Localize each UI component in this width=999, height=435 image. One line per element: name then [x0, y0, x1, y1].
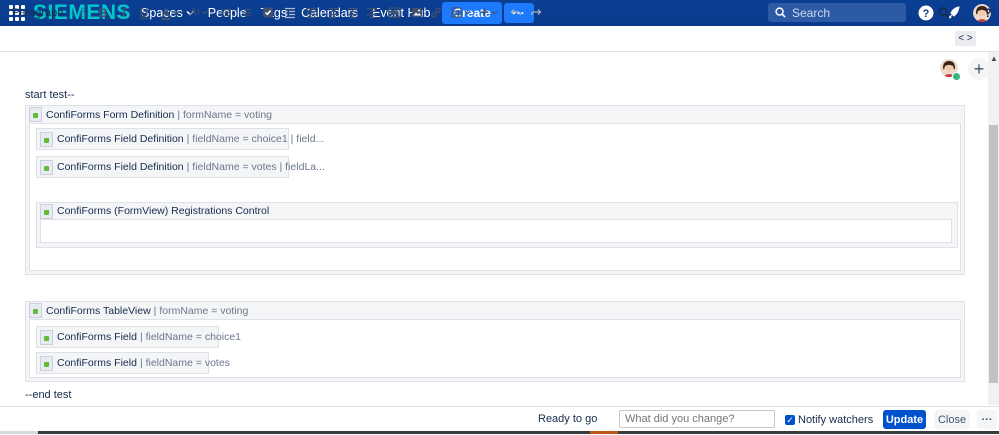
macro-form-definition[interactable]: ConfiForms Form Definition | formName = …: [25, 105, 965, 275]
macro-header: ConfiForms Form Definition | formName = …: [26, 106, 272, 123]
paragraph-style-select[interactable]: Paragraph: [12, 6, 70, 19]
indent-icon[interactable]: [305, 6, 317, 19]
more-actions-button[interactable]: ···: [977, 410, 997, 429]
table-icon: [451, 7, 462, 18]
macro-body[interactable]: ConfiForms Field | fieldName = choice1 C…: [29, 319, 961, 378]
svg-text:?: ?: [923, 8, 930, 20]
help-icon[interactable]: ?: [918, 5, 934, 21]
line-height-icon: ↕: [81, 4, 85, 14]
svg-text:1: 1: [240, 7, 243, 12]
insert-more-button[interactable]: +: [478, 4, 500, 21]
macro-title: ConfiForms TableView: [46, 304, 151, 317]
macro-field-definition-choice1[interactable]: ConfiForms Field Definition | fieldName …: [36, 128, 324, 150]
macro-title: ConfiForms Field Definition: [57, 133, 184, 145]
macro-header: ConfiForms TableView | formName = voting: [26, 302, 248, 319]
chevron-down-icon: [173, 10, 180, 15]
paragraph-style-label: Paragraph: [12, 6, 64, 19]
macro-icon: [29, 303, 42, 318]
macro-header: ConfiForms Field Definition | fieldName …: [37, 157, 325, 177]
image-icon[interactable]: [411, 6, 423, 19]
underline-button[interactable]: U: [138, 6, 150, 20]
start-text[interactable]: start test--: [25, 89, 75, 101]
plus-icon: +: [480, 4, 489, 21]
macro-title: ConfiForms Field Definition: [57, 161, 184, 173]
macro-header: ConfiForms Field | fieldName = choice1: [37, 327, 241, 347]
scrollbar-thumb[interactable]: [989, 125, 998, 383]
more-formatting-icon: Aᵡ: [189, 7, 201, 18]
plus-icon: +: [973, 58, 985, 79]
macro-title: ConfiForms Field: [57, 357, 137, 369]
macro-body[interactable]: [40, 219, 952, 243]
macro-icon: [40, 131, 53, 147]
add-collaborator-button[interactable]: +: [968, 58, 990, 80]
outdent-icon[interactable]: [284, 6, 296, 19]
search-input[interactable]: Search: [768, 3, 906, 22]
update-button[interactable]: Update: [883, 410, 926, 429]
numbered-list-icon[interactable]: 12: [240, 6, 252, 19]
line-height-button[interactable]: ↕ 1.1: [77, 4, 89, 19]
end-text[interactable]: --end test: [25, 389, 71, 401]
macro-header: ConfiForms Field Definition | fieldName …: [37, 129, 324, 149]
align-left-icon[interactable]: [328, 6, 340, 19]
macro-icon: [29, 107, 42, 122]
notify-watchers-checkbox[interactable]: ✓: [785, 415, 795, 425]
macro-params: | fieldName = votes | fieldLa...: [186, 161, 325, 173]
text-color-button[interactable]: A: [160, 5, 182, 20]
more-formatting-button[interactable]: Aᵡ: [188, 6, 210, 19]
macro-params: | fieldName = votes: [139, 357, 230, 369]
help-button[interactable]: ?: [982, 6, 994, 20]
svg-text:2: 2: [240, 13, 243, 18]
align-center-icon[interactable]: [347, 6, 359, 19]
macro-icon: [40, 355, 53, 371]
close-button[interactable]: Close: [934, 410, 970, 429]
macro-title: ConfiForms (FormView) Registrations Cont…: [57, 205, 270, 217]
find-replace-icon[interactable]: [938, 6, 950, 19]
macro-title: ConfiForms Form Definition: [46, 108, 175, 121]
bullet-list-icon[interactable]: [220, 6, 232, 19]
align-right-icon[interactable]: [366, 6, 378, 19]
chevron-down-icon: [464, 10, 471, 15]
macro-params: | formName = voting: [153, 304, 249, 317]
macro-params: | formName = voting: [177, 108, 273, 121]
macro-registrations-control[interactable]: ConfiForms (FormView) Registrations Cont…: [36, 202, 958, 248]
notify-watchers-label[interactable]: Notify watchers: [798, 414, 873, 426]
macro-body[interactable]: ConfiForms Field Definition | fieldName …: [29, 123, 961, 271]
macro-field-choice1[interactable]: ConfiForms Field | fieldName = choice1: [36, 326, 241, 348]
redo-icon[interactable]: [530, 6, 542, 19]
macro-tableview[interactable]: ConfiForms TableView | formName = voting…: [25, 301, 965, 382]
search-placeholder: Search: [792, 5, 831, 20]
macro-field-definition-votes[interactable]: ConfiForms Field Definition | fieldName …: [36, 156, 325, 178]
undo-icon[interactable]: [510, 6, 522, 19]
editor-toolbar: [0, 26, 999, 52]
macro-icon: [40, 159, 53, 175]
macro-params: | fieldName = choice1 | field...: [186, 133, 325, 145]
scroll-up-arrow-icon[interactable]: ▲: [990, 54, 998, 63]
line-height-label: 1.1: [78, 12, 88, 19]
macro-field-votes[interactable]: ConfiForms Field | fieldName = votes: [36, 352, 230, 374]
macro-icon: [40, 203, 53, 219]
macro-icon: [40, 329, 53, 345]
search-icon: [775, 7, 786, 18]
macro-header: ConfiForms Field | fieldName = votes: [37, 353, 230, 373]
chevron-down-icon: [201, 10, 208, 15]
online-status-badge: [952, 72, 961, 81]
macro-params: | fieldName = choice1: [139, 331, 242, 343]
page-layout-icon[interactable]: [388, 6, 401, 19]
ready-status: Ready to go: [538, 413, 598, 425]
link-icon[interactable]: [430, 6, 442, 19]
chevron-down-icon: [491, 10, 498, 15]
table-button[interactable]: [450, 6, 472, 19]
text-color-icon: A: [161, 5, 171, 20]
italic-button[interactable]: I: [118, 5, 130, 19]
macro-header: ConfiForms (FormView) Registrations Cont…: [37, 203, 269, 219]
macro-title: ConfiForms Field: [57, 331, 137, 343]
change-comment-input[interactable]: [619, 410, 775, 428]
bold-button[interactable]: B: [97, 6, 109, 20]
source-editor-button[interactable]: < >: [955, 31, 976, 46]
task-list-icon[interactable]: [262, 6, 274, 19]
